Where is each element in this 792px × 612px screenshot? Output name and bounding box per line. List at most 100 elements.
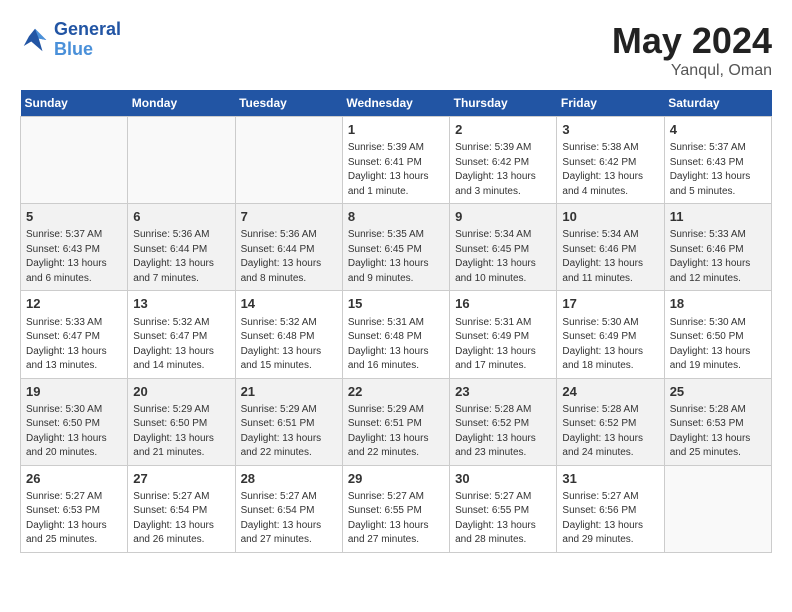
- day-number: 6: [133, 208, 229, 226]
- calendar-cell: 19 Sunrise: 5:30 AMSunset: 6:50 PMDayligh…: [21, 378, 128, 465]
- day-info: Sunrise: 5:38 AMSunset: 6:42 PMDaylight:…: [562, 141, 658, 199]
- day-number: 24: [562, 383, 658, 401]
- day-number: 2: [455, 121, 551, 139]
- day-info: Sunrise: 5:36 AMSunset: 6:44 PMDaylight:…: [133, 228, 229, 286]
- calendar-cell: 16Sunrise: 5:31 AMSunset: 6:49 PMDayligh…: [450, 291, 557, 378]
- day-info: Sunrise: 5:28 AMSunset: 6:52 PMDaylight:…: [455, 403, 551, 461]
- day-number: 18: [670, 295, 766, 313]
- calendar-cell: 10Sunrise: 5:34 AMSunset: 6:46 PMDayligh…: [557, 204, 664, 291]
- day-info: Sunrise: 5:33 AMSunset: 6:46 PMDaylight:…: [670, 228, 766, 286]
- page-header: General Blue May 2024 Yanqul, Oman: [20, 20, 772, 80]
- day-info: Sunrise: 5:36 AMSunset: 6:44 PMDaylight:…: [241, 228, 337, 286]
- calendar-cell: 5 Sunrise: 5:37 AMSunset: 6:43 PMDaylight…: [21, 204, 128, 291]
- day-info: Sunrise: 5:27 AMSunset: 6:54 PMDaylight:…: [241, 490, 337, 548]
- day-info: Sunrise: 5:32 AMSunset: 6:47 PMDaylight:…: [133, 316, 229, 374]
- calendar-cell: [128, 117, 235, 204]
- calendar-cell: 31 Sunrise: 5:27 AMSunset: 6:56 PMDayligh…: [557, 465, 664, 552]
- weekday-header-thursday: Thursday: [450, 90, 557, 117]
- calendar-table: SundayMondayTuesdayWednesdayThursdayFrid…: [20, 90, 772, 553]
- calendar-cell: 7Sunrise: 5:36 AMSunset: 6:44 PMDaylight…: [235, 204, 342, 291]
- day-number: 15: [348, 295, 444, 313]
- calendar-cell: 29 Sunrise: 5:27 AMSunset: 6:55 PMDayligh…: [342, 465, 449, 552]
- day-info: Sunrise: 5:28 AMSunset: 6:52 PMDaylight:…: [562, 403, 658, 461]
- day-number: 29: [348, 470, 444, 488]
- day-info: Sunrise: 5:33 AMSunset: 6:47 PMDaylight:…: [26, 316, 122, 374]
- day-info: Sunrise: 5:37 AMSunset: 6:43 PMDaylight:…: [26, 228, 122, 286]
- calendar-cell: 8Sunrise: 5:35 AMSunset: 6:45 PMDaylight…: [342, 204, 449, 291]
- calendar-week-1: 1 Sunrise: 5:39 AMSunset: 6:41 PMDaylight…: [21, 117, 772, 204]
- day-number: 27: [133, 470, 229, 488]
- day-info: Sunrise: 5:27 AMSunset: 6:55 PMDaylight:…: [348, 490, 444, 548]
- calendar-cell: 12Sunrise: 5:33 AMSunset: 6:47 PMDayligh…: [21, 291, 128, 378]
- day-info: Sunrise: 5:27 AMSunset: 6:55 PMDaylight:…: [455, 490, 551, 548]
- day-info: Sunrise: 5:28 AMSunset: 6:53 PMDaylight:…: [670, 403, 766, 461]
- calendar-week-2: 5 Sunrise: 5:37 AMSunset: 6:43 PMDaylight…: [21, 204, 772, 291]
- day-info: Sunrise: 5:29 AMSunset: 6:50 PMDaylight:…: [133, 403, 229, 461]
- day-info: Sunrise: 5:34 AMSunset: 6:45 PMDaylight:…: [455, 228, 551, 286]
- day-info: Sunrise: 5:37 AMSunset: 6:43 PMDaylight:…: [670, 141, 766, 199]
- calendar-cell: 24 Sunrise: 5:28 AMSunset: 6:52 PMDayligh…: [557, 378, 664, 465]
- calendar-cell: 20 Sunrise: 5:29 AMSunset: 6:50 PMDayligh…: [128, 378, 235, 465]
- calendar-week-3: 12Sunrise: 5:33 AMSunset: 6:47 PMDayligh…: [21, 291, 772, 378]
- day-info: Sunrise: 5:29 AMSunset: 6:51 PMDaylight:…: [241, 403, 337, 461]
- calendar-cell: [235, 117, 342, 204]
- calendar-cell: 3 Sunrise: 5:38 AMSunset: 6:42 PMDaylight…: [557, 117, 664, 204]
- day-info: Sunrise: 5:39 AMSunset: 6:42 PMDaylight:…: [455, 141, 551, 199]
- logo-text: General Blue: [54, 20, 121, 60]
- calendar-cell: 22 Sunrise: 5:29 AMSunset: 6:51 PMDayligh…: [342, 378, 449, 465]
- logo-icon: [20, 25, 50, 55]
- day-number: 28: [241, 470, 337, 488]
- weekday-header-sunday: Sunday: [21, 90, 128, 117]
- month-year-title: May 2024: [612, 20, 772, 62]
- title-block: May 2024 Yanqul, Oman: [612, 20, 772, 80]
- location-title: Yanqul, Oman: [612, 62, 772, 80]
- day-number: 8: [348, 208, 444, 226]
- day-info: Sunrise: 5:30 AMSunset: 6:50 PMDaylight:…: [26, 403, 122, 461]
- day-number: 17: [562, 295, 658, 313]
- day-number: 14: [241, 295, 337, 313]
- day-info: Sunrise: 5:27 AMSunset: 6:53 PMDaylight:…: [26, 490, 122, 548]
- weekday-header-friday: Friday: [557, 90, 664, 117]
- day-number: 9: [455, 208, 551, 226]
- calendar-cell: 14Sunrise: 5:32 AMSunset: 6:48 PMDayligh…: [235, 291, 342, 378]
- calendar-cell: 27 Sunrise: 5:27 AMSunset: 6:54 PMDayligh…: [128, 465, 235, 552]
- weekday-header-tuesday: Tuesday: [235, 90, 342, 117]
- day-number: 1: [348, 121, 444, 139]
- day-number: 20: [133, 383, 229, 401]
- day-number: 13: [133, 295, 229, 313]
- calendar-cell: 17 Sunrise: 5:30 AMSunset: 6:49 PMDayligh…: [557, 291, 664, 378]
- day-info: Sunrise: 5:34 AMSunset: 6:46 PMDaylight:…: [562, 228, 658, 286]
- day-info: Sunrise: 5:27 AMSunset: 6:54 PMDaylight:…: [133, 490, 229, 548]
- calendar-week-5: 26Sunrise: 5:27 AMSunset: 6:53 PMDayligh…: [21, 465, 772, 552]
- day-number: 5: [26, 208, 122, 226]
- day-info: Sunrise: 5:30 AMSunset: 6:49 PMDaylight:…: [562, 316, 658, 374]
- weekday-header-monday: Monday: [128, 90, 235, 117]
- calendar-cell: [21, 117, 128, 204]
- day-number: 4: [670, 121, 766, 139]
- weekday-header-wednesday: Wednesday: [342, 90, 449, 117]
- calendar-cell: 28 Sunrise: 5:27 AMSunset: 6:54 PMDayligh…: [235, 465, 342, 552]
- calendar-cell: 15 Sunrise: 5:31 AMSunset: 6:48 PMDayligh…: [342, 291, 449, 378]
- day-number: 31: [562, 470, 658, 488]
- calendar-cell: 23Sunrise: 5:28 AMSunset: 6:52 PMDayligh…: [450, 378, 557, 465]
- day-number: 25: [670, 383, 766, 401]
- calendar-cell: 21Sunrise: 5:29 AMSunset: 6:51 PMDayligh…: [235, 378, 342, 465]
- calendar-week-4: 19 Sunrise: 5:30 AMSunset: 6:50 PMDayligh…: [21, 378, 772, 465]
- day-number: 19: [26, 383, 122, 401]
- calendar-cell: 6 Sunrise: 5:36 AMSunset: 6:44 PMDaylight…: [128, 204, 235, 291]
- day-number: 30: [455, 470, 551, 488]
- weekday-header-saturday: Saturday: [664, 90, 771, 117]
- day-number: 3: [562, 121, 658, 139]
- calendar-cell: 26Sunrise: 5:27 AMSunset: 6:53 PMDayligh…: [21, 465, 128, 552]
- calendar-cell: 13 Sunrise: 5:32 AMSunset: 6:47 PMDayligh…: [128, 291, 235, 378]
- day-info: Sunrise: 5:31 AMSunset: 6:49 PMDaylight:…: [455, 316, 551, 374]
- calendar-cell: 1 Sunrise: 5:39 AMSunset: 6:41 PMDaylight…: [342, 117, 449, 204]
- day-number: 22: [348, 383, 444, 401]
- day-info: Sunrise: 5:31 AMSunset: 6:48 PMDaylight:…: [348, 316, 444, 374]
- day-info: Sunrise: 5:39 AMSunset: 6:41 PMDaylight:…: [348, 141, 444, 199]
- day-info: Sunrise: 5:29 AMSunset: 6:51 PMDaylight:…: [348, 403, 444, 461]
- day-info: Sunrise: 5:27 AMSunset: 6:56 PMDaylight:…: [562, 490, 658, 548]
- day-info: Sunrise: 5:30 AMSunset: 6:50 PMDaylight:…: [670, 316, 766, 374]
- logo: General Blue: [20, 20, 121, 60]
- calendar-cell: [664, 465, 771, 552]
